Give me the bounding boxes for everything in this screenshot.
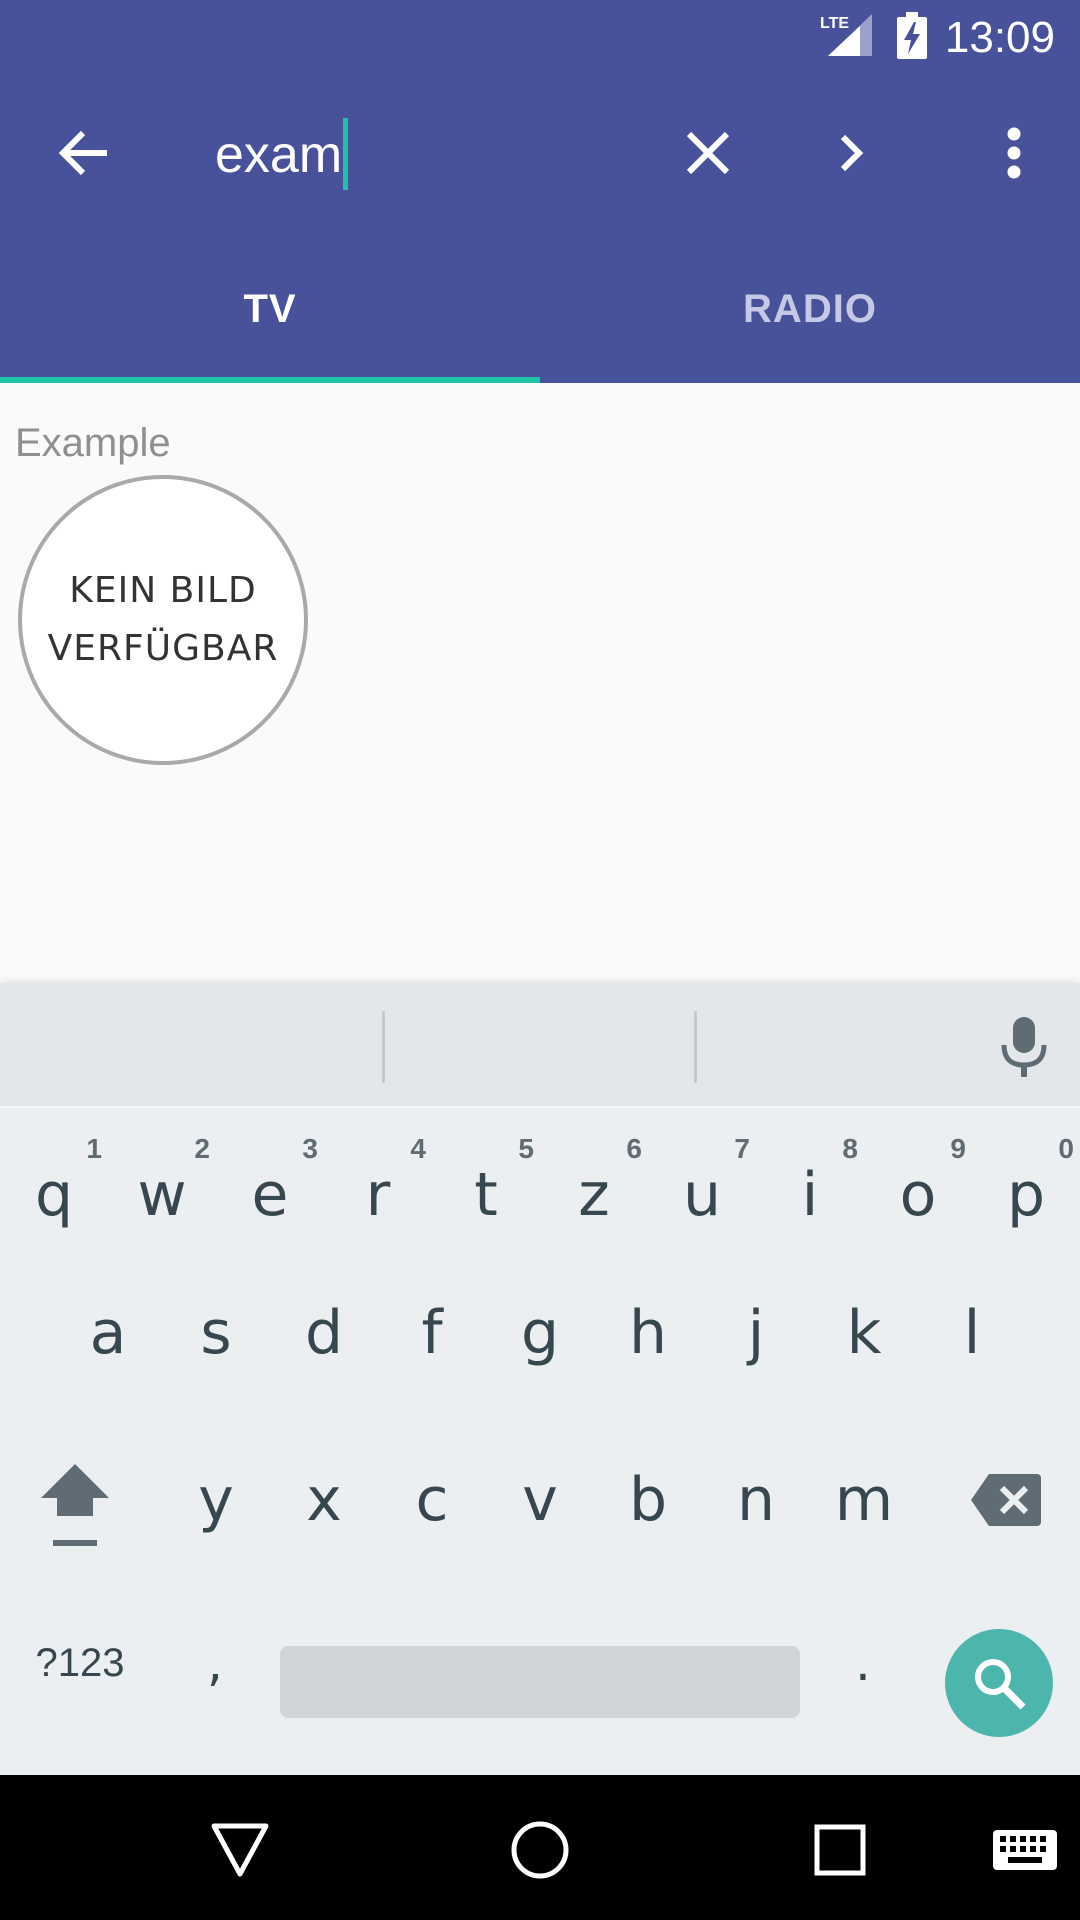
battery-charging-icon bbox=[897, 12, 927, 59]
key-label: q bbox=[34, 1160, 74, 1230]
search-toolbar: exam bbox=[0, 75, 1080, 235]
placeholder-line-2: VERFÜGBAR bbox=[47, 628, 279, 669]
more-vert-icon bbox=[1007, 127, 1021, 179]
svg-text:LTE: LTE bbox=[820, 15, 849, 32]
clear-search-button[interactable] bbox=[668, 115, 748, 191]
comma-key[interactable]: , bbox=[175, 1608, 255, 1718]
station-logo-placeholder[interactable]: KEIN BILD VERFÜGBAR bbox=[18, 475, 308, 765]
key-label: e bbox=[251, 1160, 289, 1230]
keyboard-switch-button[interactable] bbox=[975, 1805, 1075, 1895]
key-z[interactable]: z6 bbox=[540, 1123, 648, 1243]
circle-home-icon bbox=[511, 1821, 569, 1879]
suggestion-divider bbox=[382, 1011, 385, 1083]
key-y[interactable]: y bbox=[162, 1440, 270, 1560]
navigation-bar bbox=[0, 1775, 1080, 1920]
key-j[interactable]: j bbox=[702, 1273, 810, 1393]
key-hint: 7 bbox=[734, 1133, 750, 1164]
suggestion-divider bbox=[694, 1011, 697, 1083]
tab-radio[interactable]: RADIO bbox=[540, 235, 1080, 383]
status-bar: LTE 13:09 bbox=[0, 0, 1080, 75]
results-area: Example KEIN BILD VERFÜGBAR bbox=[0, 383, 1080, 983]
key-label: t bbox=[474, 1160, 498, 1230]
square-recents-icon bbox=[814, 1824, 866, 1876]
search-icon bbox=[975, 1659, 1026, 1710]
nav-home-button[interactable] bbox=[495, 1805, 585, 1895]
nav-back-button[interactable] bbox=[195, 1805, 285, 1895]
shift-icon bbox=[41, 1464, 109, 1546]
close-icon bbox=[686, 131, 730, 175]
search-input-text: exam bbox=[215, 126, 343, 184]
lte-signal-icon: LTE bbox=[820, 14, 872, 56]
key-hint: 3 bbox=[302, 1133, 318, 1164]
search-input[interactable]: exam bbox=[215, 117, 645, 193]
key-l[interactable]: l bbox=[918, 1273, 1026, 1393]
back-button[interactable] bbox=[40, 115, 130, 191]
nav-recents-button[interactable] bbox=[795, 1805, 885, 1895]
symbols-key[interactable]: ?123 bbox=[20, 1608, 140, 1718]
key-f[interactable]: f bbox=[378, 1273, 486, 1393]
key-r[interactable]: r4 bbox=[324, 1123, 432, 1243]
key-label: o bbox=[899, 1160, 937, 1230]
text-cursor bbox=[343, 118, 349, 191]
key-d[interactable]: d bbox=[270, 1273, 378, 1393]
key-k[interactable]: k bbox=[810, 1273, 918, 1393]
more-options-button[interactable] bbox=[984, 115, 1044, 191]
key-t[interactable]: t5 bbox=[432, 1123, 540, 1243]
backspace-icon bbox=[971, 1474, 1041, 1526]
key-g[interactable]: g bbox=[486, 1273, 594, 1393]
key-hint: 1 bbox=[86, 1133, 102, 1164]
result-title: Example bbox=[15, 421, 171, 465]
next-result-button[interactable] bbox=[812, 115, 892, 191]
key-o[interactable]: o9 bbox=[864, 1123, 972, 1243]
soft-keyboard: q1 w2 e3 r4 t5 z6 u7 i8 o9 p0 a s d f g … bbox=[0, 983, 1080, 1775]
keyboard-icon bbox=[993, 1830, 1057, 1870]
shift-key[interactable] bbox=[30, 1445, 120, 1565]
key-hint: 0 bbox=[1058, 1133, 1074, 1164]
key-label: w bbox=[137, 1160, 187, 1230]
key-label: p bbox=[1006, 1160, 1046, 1230]
status-time: 13:09 bbox=[944, 13, 1055, 62]
key-hint: 4 bbox=[410, 1133, 426, 1164]
key-e[interactable]: e3 bbox=[216, 1123, 324, 1243]
backspace-key[interactable] bbox=[960, 1445, 1052, 1555]
key-hint: 8 bbox=[842, 1133, 858, 1164]
key-label: u bbox=[682, 1160, 722, 1230]
key-a[interactable]: a bbox=[54, 1273, 162, 1393]
key-w[interactable]: w2 bbox=[108, 1123, 216, 1243]
placeholder-line-1: KEIN BILD bbox=[69, 570, 257, 611]
key-hint: 5 bbox=[518, 1133, 534, 1164]
key-b[interactable]: b bbox=[594, 1440, 702, 1560]
triangle-back-icon bbox=[211, 1823, 269, 1877]
key-label: z bbox=[578, 1160, 610, 1230]
key-x[interactable]: x bbox=[270, 1440, 378, 1560]
tab-bar: TV RADIO bbox=[0, 235, 1080, 383]
tab-tv[interactable]: TV bbox=[0, 235, 540, 383]
key-n[interactable]: n bbox=[702, 1440, 810, 1560]
period-key[interactable]: . bbox=[823, 1608, 903, 1718]
key-hint: 2 bbox=[194, 1133, 210, 1164]
search-action-key[interactable] bbox=[945, 1629, 1053, 1737]
chevron-right-icon bbox=[840, 134, 864, 172]
microphone-icon[interactable] bbox=[996, 1015, 1052, 1079]
key-u[interactable]: u7 bbox=[648, 1123, 756, 1243]
key-s[interactable]: s bbox=[162, 1273, 270, 1393]
key-h[interactable]: h bbox=[594, 1273, 702, 1393]
key-q[interactable]: q1 bbox=[0, 1123, 108, 1243]
key-v[interactable]: v bbox=[486, 1440, 594, 1560]
key-i[interactable]: i8 bbox=[756, 1123, 864, 1243]
space-key[interactable] bbox=[280, 1646, 800, 1718]
key-label: i bbox=[801, 1160, 819, 1230]
key-m[interactable]: m bbox=[810, 1440, 918, 1560]
key-hint: 9 bbox=[950, 1133, 966, 1164]
key-label: r bbox=[365, 1160, 391, 1230]
suggestion-strip bbox=[0, 983, 1080, 1108]
key-hint: 6 bbox=[626, 1133, 642, 1164]
key-c[interactable]: c bbox=[378, 1440, 486, 1560]
arrow-back-icon bbox=[59, 130, 107, 176]
key-p[interactable]: p0 bbox=[972, 1123, 1080, 1243]
